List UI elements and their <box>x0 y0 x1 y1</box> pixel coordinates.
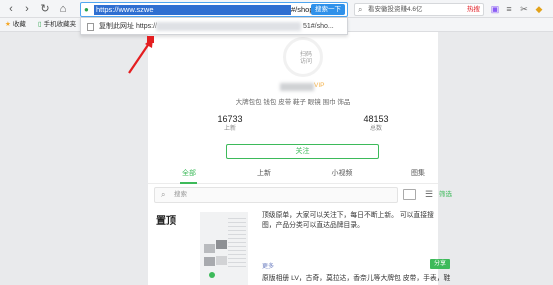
tab-all[interactable]: 全部 <box>164 166 214 182</box>
search-suggestion-text[interactable]: 看安徽投资赚4.6亿 <box>368 4 423 16</box>
post-2-text: 原版相册 LV，古奇，莫拉达，香奈儿等大牌包 皮带，手表，鞋 <box>262 275 451 282</box>
post-thumbnail[interactable] <box>200 212 248 285</box>
shop-search-row: ⌕ 搜索 <box>154 187 432 203</box>
content-tabs: 全部 上新 小视频 图集 <box>148 166 438 184</box>
tab-new[interactable]: 上新 <box>239 166 289 182</box>
stat-value: 16733 <box>217 114 243 124</box>
copy-url-label[interactable]: 复制此网址 https:// <box>99 18 157 35</box>
pinned-section-title: 置顶 <box>156 216 176 227</box>
tab-videos[interactable]: 小视频 <box>317 166 367 182</box>
tab-albums[interactable]: 图集 <box>393 166 443 182</box>
browser-toolbar: ‹ › ↻ ⌂ ● https://www.szwe #/shop. 搜索一下 … <box>0 0 553 18</box>
stat-label: 上新 <box>223 126 236 132</box>
shop-search-input[interactable]: ⌕ 搜索 <box>154 187 398 203</box>
url-selected-text[interactable]: https://www.szwe <box>94 5 291 15</box>
blurred-url <box>156 22 301 31</box>
game-icon[interactable]: ◆ <box>533 3 545 15</box>
extension-icon[interactable]: ▣ <box>489 3 501 15</box>
follow-button[interactable]: 关注 <box>226 144 379 159</box>
phone-icon: ▯ <box>38 21 42 28</box>
post-more-link[interactable]: 更多 <box>262 263 274 271</box>
active-tab-indicator <box>180 182 197 184</box>
stat-new: 16733 上新 <box>200 114 260 134</box>
post-text: 顶级原单，大家可以关注下，每日不断上新。 可以直接搜图，产品分类可以直达品牌目录… <box>262 212 434 229</box>
go-button[interactable]: 搜索一下 <box>311 4 345 15</box>
page-icon <box>87 23 94 31</box>
address-bar[interactable]: ● https://www.szwe #/shop. 搜索一下 <box>80 2 348 17</box>
vip-badge: VIP <box>314 82 325 89</box>
scissors-icon[interactable]: ✂ <box>518 3 530 15</box>
filter-label[interactable]: 筛选 <box>439 190 452 200</box>
stat-value: 48153 <box>363 114 389 124</box>
stat-total: 48153 总数 <box>346 114 406 134</box>
filter-icon[interactable]: ☰ <box>425 189 433 200</box>
bookmark-label: 手机收藏夹 <box>43 21 77 28</box>
bookmark-label: 收藏 <box>12 21 26 28</box>
share-button[interactable]: 分享 <box>430 259 450 269</box>
secure-lock-icon: ● <box>84 5 89 14</box>
suggestion-url-tail[interactable]: 51#/sho... <box>303 18 334 35</box>
stat-label: 总数 <box>369 126 382 132</box>
bookmark-mobile[interactable]: ▯ 手机收藏夹 <box>38 19 76 31</box>
refresh-icon[interactable]: ↻ <box>38 2 52 16</box>
search-icon: ⌕ <box>358 5 363 14</box>
browser-search-box[interactable]: ⌕ 看安徽投资赚4.6亿 热搜 <box>354 3 484 16</box>
forward-icon[interactable]: › <box>20 2 34 16</box>
red-arrow-icon <box>128 38 153 74</box>
url-suggestion-dropdown[interactable]: 复制此网址 https:// 51#/sho... <box>80 17 348 35</box>
shop-page: 扫码 访问 VIP 大牌包包 钱包 皮带 鞋子 眼镜 围巾 饰品 16733 上… <box>148 32 451 285</box>
menu-icon[interactable]: ≡ <box>503 3 515 15</box>
search-icon: ⌕ <box>161 190 166 199</box>
search-placeholder: 搜索 <box>174 191 187 198</box>
star-icon: ★ <box>5 21 11 28</box>
avatar-qr-text: 扫码 访问 <box>300 52 313 65</box>
shop-tags: 大牌包包 钱包 皮带 鞋子 眼镜 围巾 饰品 <box>235 99 351 106</box>
home-icon[interactable]: ⌂ <box>56 2 70 16</box>
shop-name-blurred <box>280 83 314 91</box>
back-icon[interactable]: ‹ <box>4 2 18 16</box>
image-search-icon[interactable] <box>403 189 416 200</box>
hot-search-badge[interactable]: 热搜 <box>467 4 480 16</box>
bookmark-favorites[interactable]: ★ 收藏 <box>5 19 26 31</box>
